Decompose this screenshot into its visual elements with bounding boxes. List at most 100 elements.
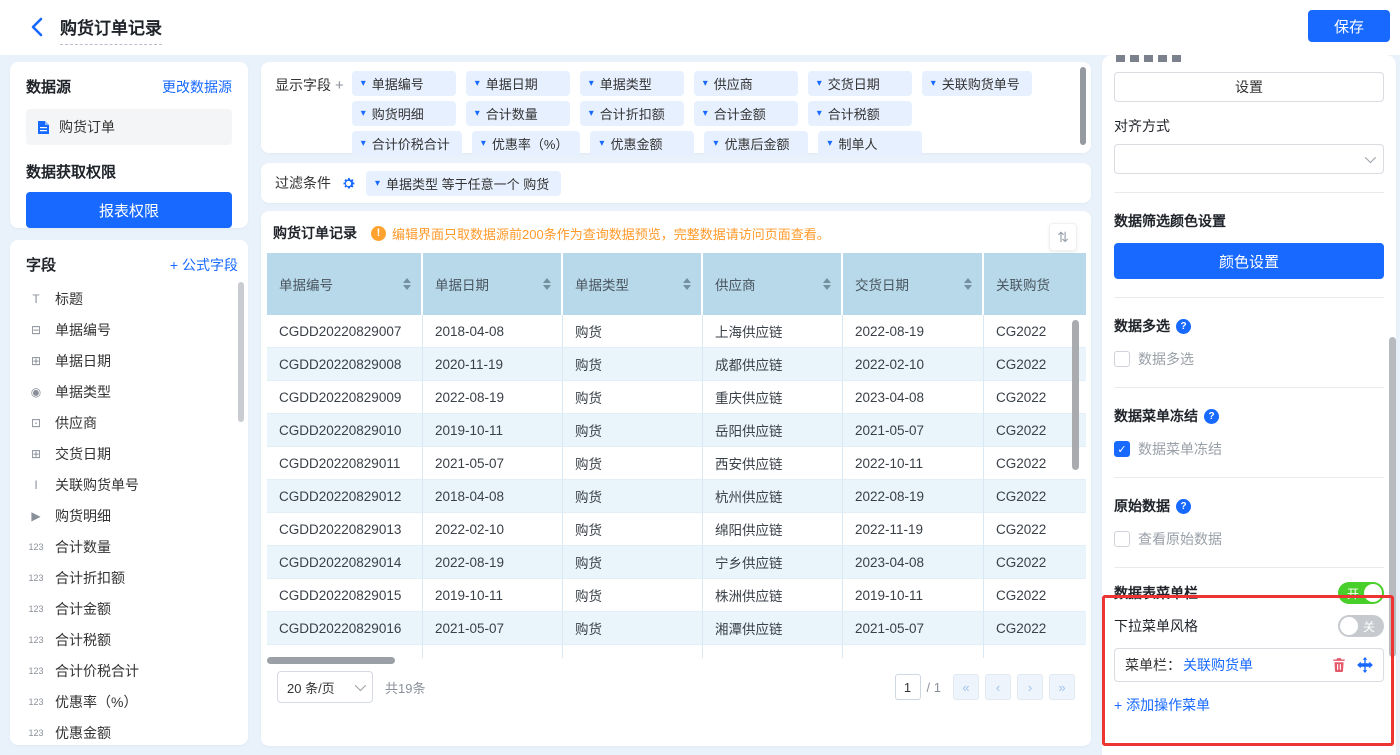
table-row[interactable]: CGDD202208290082020-11-19购货成都供应链2022-02-… <box>267 348 1086 381</box>
change-datasource-link[interactable]: 更改数据源 <box>162 77 232 97</box>
field-item[interactable]: 123合计折扣额 <box>26 562 238 593</box>
horizontal-scrollbar[interactable] <box>267 657 395 664</box>
field-item[interactable]: ⊟单据编号 <box>26 314 238 345</box>
sort-down-triangle <box>964 285 972 290</box>
display-field-chip[interactable]: ▾购货明细 <box>352 101 456 126</box>
field-item[interactable]: 123合计数量 <box>26 531 238 562</box>
field-item[interactable]: T标题 <box>26 283 238 314</box>
checkbox-unchecked-icon[interactable] <box>1114 351 1130 367</box>
display-field-chip[interactable]: ▾交货日期 <box>808 71 912 96</box>
column-header[interactable]: 单据日期 <box>423 253 563 315</box>
help-icon[interactable]: ? <box>1176 319 1191 334</box>
display-field-chip[interactable]: ▾优惠率（%） <box>472 131 581 156</box>
field-item[interactable]: I关联购货单号 <box>26 469 238 500</box>
pager-next-button[interactable]: › <box>1017 674 1043 700</box>
settings-button[interactable]: 设置 <box>1114 72 1384 102</box>
column-sort-icon[interactable] <box>403 278 411 290</box>
chips-scrollbar[interactable] <box>1080 67 1086 145</box>
table-menu-title: 数据表菜单栏 <box>1114 583 1198 603</box>
table-row[interactable]: CGDD202208290112021-05-07购货西安供应链2022-10-… <box>267 447 1086 480</box>
table-row[interactable]: CGDD202208290072018-04-08购货上海供应链2022-08-… <box>267 315 1086 348</box>
field-item[interactable]: 123合计税额 <box>26 624 238 655</box>
back-icon[interactable] <box>28 16 48 38</box>
vertical-scrollbar[interactable] <box>1072 320 1079 470</box>
display-field-chip[interactable]: ▾单据日期 <box>466 71 570 96</box>
display-field-chip[interactable]: ▾制单人 <box>818 131 922 156</box>
report-permission-button[interactable]: 报表权限 <box>26 192 232 228</box>
table-row[interactable]: CGDD202208290132022-02-10购货绵阳供应链2022-11-… <box>267 513 1086 546</box>
help-icon[interactable]: ? <box>1204 409 1219 424</box>
field-item[interactable]: 123合计金额 <box>26 593 238 624</box>
table-row[interactable]: CGDD202208290142022-08-19购货宁乡供应链2023-04-… <box>267 546 1086 579</box>
sort-order-button[interactable]: ⇅ <box>1049 223 1077 251</box>
display-field-chip[interactable]: ▾关联购货单号 <box>922 71 1032 96</box>
menu-freeze-checkbox-row[interactable]: ✓ 数据菜单冻结 <box>1114 439 1384 459</box>
page-number-input[interactable]: 1 <box>895 674 921 700</box>
chevron-down-icon: ▾ <box>589 108 594 119</box>
display-field-chip[interactable]: ▾合计数量 <box>466 101 570 126</box>
help-icon[interactable]: ? <box>1176 499 1191 514</box>
column-sort-icon[interactable] <box>964 278 972 290</box>
add-action-menu-link[interactable]: + 添加操作菜单 <box>1114 695 1384 715</box>
fields-scrollbar[interactable] <box>238 282 244 422</box>
table-row[interactable]: CGDD202208290152019-10-11购货株洲供应链2019-10-… <box>267 579 1086 612</box>
table-menu-toggle-on[interactable]: 开 <box>1338 582 1384 604</box>
column-sort-icon[interactable] <box>683 278 691 290</box>
field-item[interactable]: ◉单据类型 <box>26 376 238 407</box>
field-item[interactable]: 123优惠率（%） <box>26 686 238 717</box>
table-cell: 杭州供应链 <box>703 480 843 513</box>
filter-settings-gear-icon[interactable] <box>341 176 356 191</box>
page-size-select[interactable]: 20 条/页 <box>277 671 373 703</box>
add-display-field-button[interactable]: + <box>335 77 344 94</box>
display-field-chip[interactable]: ▾合计价税合计 <box>352 131 462 156</box>
filter-condition-chip[interactable]: ▾ 单据类型 等于任意一个 购货 <box>366 171 561 196</box>
add-formula-field-link[interactable]: + 公式字段 <box>170 255 238 275</box>
raw-data-checkbox-row[interactable]: 查看原始数据 <box>1114 529 1384 549</box>
display-field-chip[interactable]: ▾合计金额 <box>694 101 798 126</box>
field-item[interactable]: ⊞交货日期 <box>26 438 238 469</box>
table-row[interactable]: CGDD202208290092022-08-19购货重庆供应链2023-04-… <box>267 381 1086 414</box>
display-field-chip[interactable]: ▾优惠金额 <box>590 131 694 156</box>
column-sort-icon[interactable] <box>823 278 831 290</box>
display-field-chip[interactable]: ▾供应商 <box>694 71 798 96</box>
trash-icon[interactable] <box>1331 657 1347 673</box>
table-row[interactable]: CGDD202208290162021-05-07购货湘潭供应链2021-05-… <box>267 612 1086 645</box>
pager-last-button[interactable]: » <box>1049 674 1075 700</box>
checkbox-unchecked-icon[interactable] <box>1114 531 1130 547</box>
table-cell: 2018-04-08 <box>423 480 563 513</box>
field-item[interactable]: ⊡供应商 <box>26 407 238 438</box>
column-header[interactable]: 关联购货 <box>984 253 1086 315</box>
save-button[interactable]: 保存 <box>1308 10 1390 42</box>
column-header[interactable]: 供应商 <box>703 253 843 315</box>
table-cell: 重庆供应链 <box>703 381 843 414</box>
multi-select-checkbox-row[interactable]: 数据多选 <box>1114 349 1384 369</box>
table-row[interactable]: CGDD202208290102019-10-11购货岳阳供应链2021-05-… <box>267 414 1086 447</box>
pager-first-button[interactable]: « <box>953 674 979 700</box>
filter-condition-text: 单据类型 等于任意一个 购货 <box>386 174 549 193</box>
display-field-chip[interactable]: ▾优惠后金额 <box>704 131 808 156</box>
align-select[interactable] <box>1114 144 1384 174</box>
display-field-chip[interactable]: ▾合计税额 <box>808 101 912 126</box>
dropdown-style-toggle-off[interactable]: 关 <box>1338 615 1384 637</box>
column-header[interactable]: 单据编号 <box>267 253 423 315</box>
column-header[interactable]: 单据类型 <box>563 253 703 315</box>
checkbox-checked-icon[interactable]: ✓ <box>1114 441 1130 457</box>
field-label: 优惠率（%） <box>55 692 137 712</box>
color-settings-button[interactable]: 颜色设置 <box>1114 243 1384 279</box>
field-item[interactable]: 123合计价税合计 <box>26 655 238 686</box>
datasource-item[interactable]: 购货订单 <box>26 109 232 145</box>
column-header[interactable]: 交货日期 <box>843 253 984 315</box>
pager-prev-button[interactable]: ‹ <box>985 674 1011 700</box>
page-scrollbar[interactable] <box>1389 337 1396 657</box>
field-item[interactable]: 123优惠金额 <box>26 717 238 745</box>
chevron-down-icon: ▾ <box>475 78 480 89</box>
menu-bar-item[interactable]: 菜单栏： 关联购货单 <box>1114 648 1384 682</box>
field-item[interactable]: ⊞单据日期 <box>26 345 238 376</box>
display-field-chip[interactable]: ▾单据类型 <box>580 71 684 96</box>
column-sort-icon[interactable] <box>543 278 551 290</box>
table-row[interactable]: CGDD202208290122018-04-08购货杭州供应链2022-08-… <box>267 480 1086 513</box>
display-field-chip[interactable]: ▾单据编号 <box>352 71 456 96</box>
move-icon[interactable] <box>1357 657 1373 673</box>
display-field-chip[interactable]: ▾合计折扣额 <box>580 101 684 126</box>
field-item[interactable]: ▶购货明细 <box>26 500 238 531</box>
